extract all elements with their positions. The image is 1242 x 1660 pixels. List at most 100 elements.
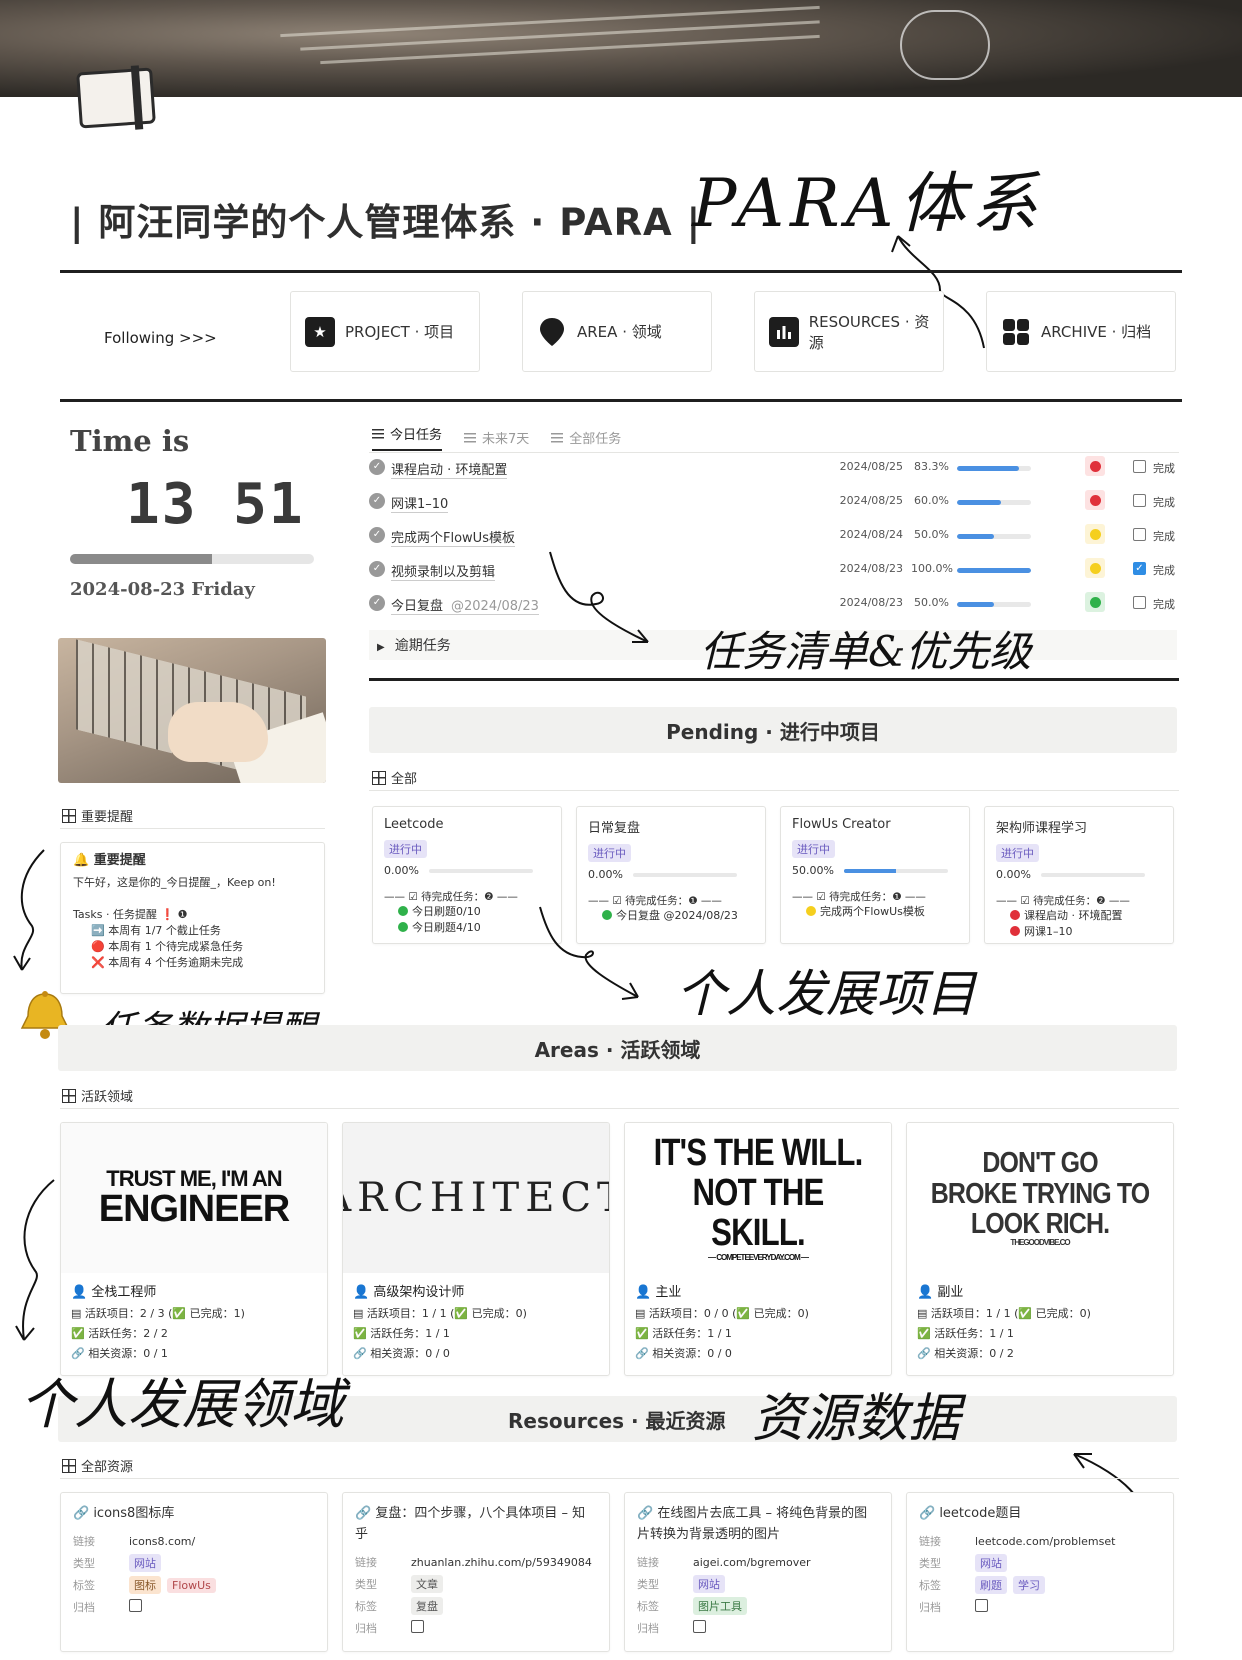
- person-icon: 👤: [635, 1285, 656, 1300]
- resource-archive: [129, 1599, 142, 1615]
- area-card[interactable]: ARCHITECT 👤 高级架构设计师 ▤ 活跃项目：1 / 1 (✅ 已完成：0)…: [342, 1122, 610, 1376]
- resource-name[interactable]: 🔗 在线图片去底工具 – 将纯色背景的图片转换为背景透明的图片: [637, 1503, 879, 1545]
- tab-all-tasks-label: 全部任务: [569, 432, 622, 447]
- project-card[interactable]: 架构师课程学习 进行中 0.00% —— ☑ 待完成任务：❷ —— 课程启动 · 环境配…: [984, 806, 1174, 944]
- nav-area[interactable]: AREA · 领域: [522, 291, 712, 372]
- gallery-icon: [62, 1088, 76, 1103]
- tab-reminder[interactable]: 重要提醒: [62, 806, 133, 825]
- todo-item[interactable]: 网课1–10: [996, 924, 1162, 940]
- reminder-line: ➡️ 本周有 1/7 个截止任务: [91, 924, 221, 937]
- done-label: 完成: [1153, 564, 1175, 577]
- task-view-tabs: 今日任务 未来7天 全部任务: [372, 424, 621, 451]
- area-card[interactable]: DON'T GO BROKE TRYING TO LOOK RICH. THEGOOD…: [906, 1122, 1174, 1376]
- tab-all-resources[interactable]: 全部资源: [62, 1456, 133, 1475]
- area-name-text: 高级架构设计师: [373, 1285, 465, 1300]
- resource-name[interactable]: 🔗 leetcode题目: [919, 1503, 1161, 1524]
- nav-project[interactable]: ★ PROJECT · 项目: [290, 291, 480, 372]
- task-name[interactable]: 课程启动 · 环境配置: [391, 459, 508, 479]
- archive-checkbox[interactable]: [129, 1599, 142, 1612]
- project-percent: 0.00%: [588, 868, 623, 881]
- task-row[interactable]: ✓ 今日复盘 @2024/08/23 2024/08/23 50.0% 完成: [369, 587, 1179, 621]
- tab-today[interactable]: 今日任务: [372, 424, 443, 451]
- task-subtitle: @2024/08/23: [451, 599, 539, 614]
- resource-name[interactable]: 🔗 复盘：四个步骤，八个具体项目 – 知乎: [355, 1503, 597, 1545]
- project-percent: 50.00%: [792, 864, 834, 877]
- done-checkbox[interactable]: [1133, 528, 1146, 541]
- keyboard-illustration: [58, 638, 326, 783]
- todo-item[interactable]: 今日刷题4/10: [384, 920, 550, 936]
- day-progress-bar: [70, 554, 314, 564]
- resource-card[interactable]: 🔗 复盘：四个步骤，八个具体项目 – 知乎 链接 zhuanlan.zhihu.co…: [342, 1492, 610, 1652]
- area-name: 👤 主业: [625, 1273, 891, 1304]
- resource-link[interactable]: zhuanlan.zhihu.com/p/59349084: [411, 1556, 592, 1569]
- done-checkbox[interactable]: [1133, 596, 1146, 609]
- project-card[interactable]: FlowUs Creator 进行中 50.00% —— ☑ 待完成任务：❶ —— 完成…: [780, 806, 970, 944]
- resource-tags: 图片工具: [693, 1597, 753, 1615]
- todo-item[interactable]: 课程启动 · 环境配置: [996, 908, 1162, 924]
- todo-item[interactable]: 今日刷题0/10: [384, 904, 550, 920]
- todo-item-text: 网课1–10: [1024, 925, 1073, 938]
- archive-checkbox[interactable]: [693, 1620, 706, 1633]
- tab-all-tasks[interactable]: 全部任务: [551, 424, 621, 451]
- list-icon: [551, 432, 564, 443]
- resource-link[interactable]: aigei.com/bgremover: [693, 1556, 811, 1569]
- project-name: 架构师课程学习: [996, 821, 1088, 836]
- resource-field: 归档: [355, 1617, 597, 1639]
- task-check-icon: ✓: [369, 561, 385, 577]
- tab-active-areas[interactable]: 活跃领域: [62, 1086, 133, 1105]
- done-checkbox[interactable]: [1133, 494, 1146, 507]
- task-name[interactable]: 网课1–10: [391, 493, 449, 513]
- task-row[interactable]: ✓ 课程启动 · 环境配置 2024/08/25 83.3% 完成: [369, 451, 1179, 485]
- overdue-label: 逾期任务: [394, 638, 451, 654]
- list-icon: [372, 428, 384, 439]
- archive-checkbox[interactable]: [411, 1620, 424, 1633]
- nav-resources[interactable]: RESOURCES · 资源: [754, 291, 944, 372]
- done-checkbox[interactable]: [1133, 460, 1146, 473]
- project-name: 日常复盘: [588, 821, 641, 836]
- resource-card[interactable]: 🔗 leetcode题目 链接 leetcode.com/problemset 类型 网…: [906, 1492, 1174, 1652]
- resource-card[interactable]: 🔗 在线图片去底工具 – 将纯色背景的图片转换为背景透明的图片 链接 aigei.c…: [624, 1492, 892, 1652]
- tab-next7days[interactable]: 未来7天: [464, 424, 529, 451]
- area-cover-text: ARCHITECT: [343, 1175, 609, 1221]
- type-badge: 网站: [693, 1575, 725, 1593]
- task-progress-bar: [957, 602, 1031, 607]
- area-cover-text: DON'T GO: [982, 1147, 1098, 1180]
- reminder-card[interactable]: 🔔 重要提醒 下午好，这是你的_今日提醒_，Keep on! Tasks · 任…: [60, 842, 325, 994]
- todo-label: —— ☑ 待完成任务：❷ ——: [384, 891, 518, 903]
- tab-all-projects-label: 全部: [391, 772, 418, 787]
- divider: [369, 790, 1179, 791]
- nav-archive[interactable]: ARCHIVE · 归档: [986, 291, 1176, 372]
- archive-checkbox[interactable]: [975, 1599, 988, 1612]
- field-key: 标签: [919, 1579, 941, 1592]
- resource-link[interactable]: leetcode.com/problemset: [975, 1535, 1115, 1548]
- resource-link[interactable]: icons8.com/: [129, 1535, 195, 1548]
- done-checkbox[interactable]: ✓: [1133, 562, 1146, 575]
- area-name-text: 全栈工程师: [91, 1285, 157, 1300]
- clock-time: 13 51: [126, 472, 305, 537]
- todo-item[interactable]: 完成两个FlowUs模板: [792, 904, 958, 920]
- resource-name[interactable]: 🔗 icons8图标库: [73, 1503, 315, 1524]
- task-row[interactable]: ✓ 视频录制以及剪辑 2024/08/23 100.0% ✓ 完成: [369, 553, 1179, 587]
- field-key: 类型: [637, 1578, 659, 1591]
- resource-card[interactable]: 🔗 icons8图标库 链接 icons8.com/类型 网站 标签 图标 FlowUs 归档: [60, 1492, 328, 1652]
- area-stat: ▤ 活跃项目：1 / 1 (✅ 已完成：0): [353, 1307, 527, 1320]
- divider: [60, 1478, 1179, 1479]
- area-cover-image: TRUST ME, I'M AN ENGINEER: [61, 1123, 327, 1273]
- task-name-text: 课程启动 · 环境配置: [391, 463, 508, 478]
- area-card[interactable]: IT'S THE WILL. NOT THE SKILL. — COMPETEEVE…: [624, 1122, 892, 1376]
- nav-resources-label: RESOURCES · 资源: [808, 312, 930, 352]
- area-card[interactable]: TRUST ME, I'M AN ENGINEER 👤 全栈工程师 ▤ 活跃项目：2 …: [60, 1122, 328, 1376]
- priority-indicator: [1085, 524, 1105, 544]
- task-name[interactable]: 视频录制以及剪辑: [391, 561, 496, 581]
- area-cover-image: ARCHITECT: [343, 1123, 609, 1273]
- todo-label: —— ☑ 待完成任务：❷ ——: [996, 895, 1130, 907]
- resource-archive: [411, 1620, 424, 1636]
- task-name[interactable]: 完成两个FlowUs模板: [391, 527, 515, 547]
- status-dot: [1010, 926, 1020, 936]
- task-name[interactable]: 今日复盘 @2024/08/23: [391, 595, 539, 615]
- task-row[interactable]: ✓ 完成两个FlowUs模板 2024/08/24 50.0% 完成: [369, 519, 1179, 553]
- tab-all-projects[interactable]: 全部: [372, 768, 417, 787]
- todo-label: —— ☑ 待完成任务：❶ ——: [792, 891, 926, 903]
- project-card[interactable]: Leetcode 进行中 0.00% —— ☑ 待完成任务：❷ —— 今日刷题0/10 今…: [372, 806, 562, 944]
- task-row[interactable]: ✓ 网课1–10 2024/08/25 60.0% 完成: [369, 485, 1179, 519]
